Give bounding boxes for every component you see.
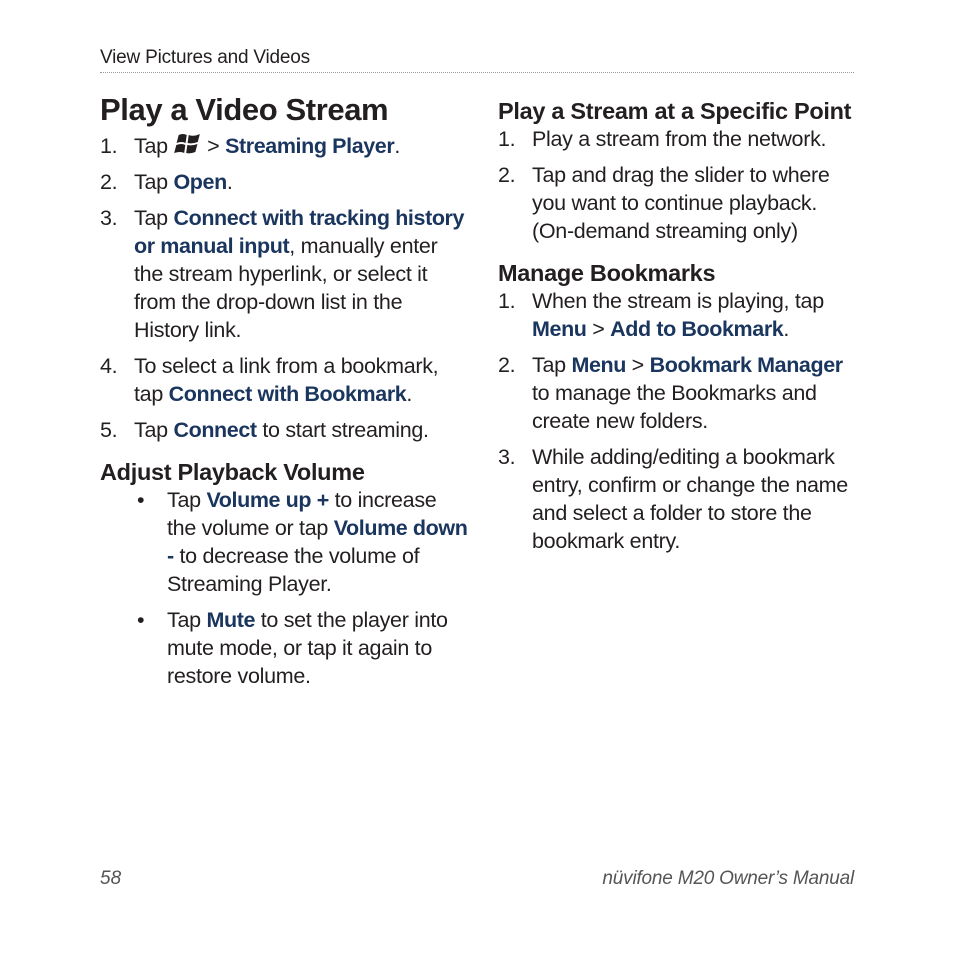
- menu-term: Menu: [532, 317, 587, 341]
- step-number: 2.: [498, 353, 516, 377]
- volume-bullets: • Tap Volume up + to increase the volume…: [100, 486, 470, 690]
- step-number: 3.: [100, 206, 118, 230]
- mute-term: Mute: [206, 608, 256, 632]
- step-item: 4. To select a link from a bookmark, tap…: [100, 354, 439, 406]
- step-item: 1. Tap > Streaming Player.: [100, 133, 401, 158]
- step-number: 2.: [100, 170, 118, 194]
- bullet-mark: •: [137, 488, 145, 512]
- bullet-mark: •: [137, 608, 145, 632]
- step-number: 1.: [100, 134, 118, 158]
- step-item: 2. Tap and drag the slider to where you …: [498, 163, 830, 243]
- page-number: 58: [100, 868, 122, 889]
- step-number: 5.: [100, 418, 118, 442]
- specific-point-steps: 1. Play a stream from the network. 2. Ta…: [498, 125, 863, 245]
- step-number: 1.: [498, 289, 516, 313]
- play-stream-steps: 1. Tap > Streaming Player. 2. Tap Open. …: [100, 132, 470, 444]
- step-item: 3. While adding/editing a bookmark entry…: [498, 445, 848, 553]
- running-header: View Pictures and Videos: [100, 47, 310, 68]
- header-divider: [100, 72, 854, 73]
- step-number: 2.: [498, 163, 516, 187]
- step-item: 2. Tap Open.: [100, 170, 233, 194]
- open-term: Open: [173, 170, 227, 194]
- volume-heading: Adjust Playback Volume: [100, 459, 365, 485]
- page-title: Play a Video Stream: [100, 92, 389, 127]
- step-number: 3.: [498, 445, 516, 469]
- specific-point-heading: Play a Stream at a Specific Point: [498, 98, 852, 124]
- bookmark-manager-term: Bookmark Manager: [649, 353, 844, 377]
- add-to-bookmark-term: Add to Bookmark: [610, 317, 784, 341]
- right-column: Play a Stream at a Specific Point 1. Pla…: [498, 92, 863, 563]
- windows-start-icon: [173, 133, 201, 155]
- streaming-player-term: Streaming Player: [225, 134, 395, 158]
- connect-term: Connect: [173, 418, 257, 442]
- bookmarks-heading: Manage Bookmarks: [498, 260, 716, 286]
- connect-bookmark-term: Connect with Bookmark: [168, 382, 407, 406]
- bookmark-steps: 1. When the stream is playing, tap Menu …: [498, 287, 863, 555]
- step-item: 2. Tap Menu > Bookmark Manager to manage…: [498, 353, 844, 433]
- step-number: 1.: [498, 127, 516, 151]
- step-item: 5. Tap Connect to start streaming.: [100, 418, 429, 442]
- step-item: 3. Tap Connect with tracking history or …: [100, 206, 465, 342]
- manual-title: nüvifone M20 Owner’s Manual: [602, 868, 854, 889]
- bullet-item: • Tap Volume up + to increase the volume…: [137, 488, 468, 596]
- volume-up-term: Volume up +: [206, 488, 329, 512]
- menu-term: Menu: [571, 353, 626, 377]
- left-column: Play a Video Stream 1. Tap > Streaming P…: [100, 92, 470, 698]
- step-item: 1. When the stream is playing, tap Menu …: [498, 289, 824, 341]
- step-item: 1. Play a stream from the network.: [498, 127, 827, 151]
- step-number: 4.: [100, 354, 118, 378]
- bullet-item: • Tap Mute to set the player into mute m…: [137, 608, 448, 688]
